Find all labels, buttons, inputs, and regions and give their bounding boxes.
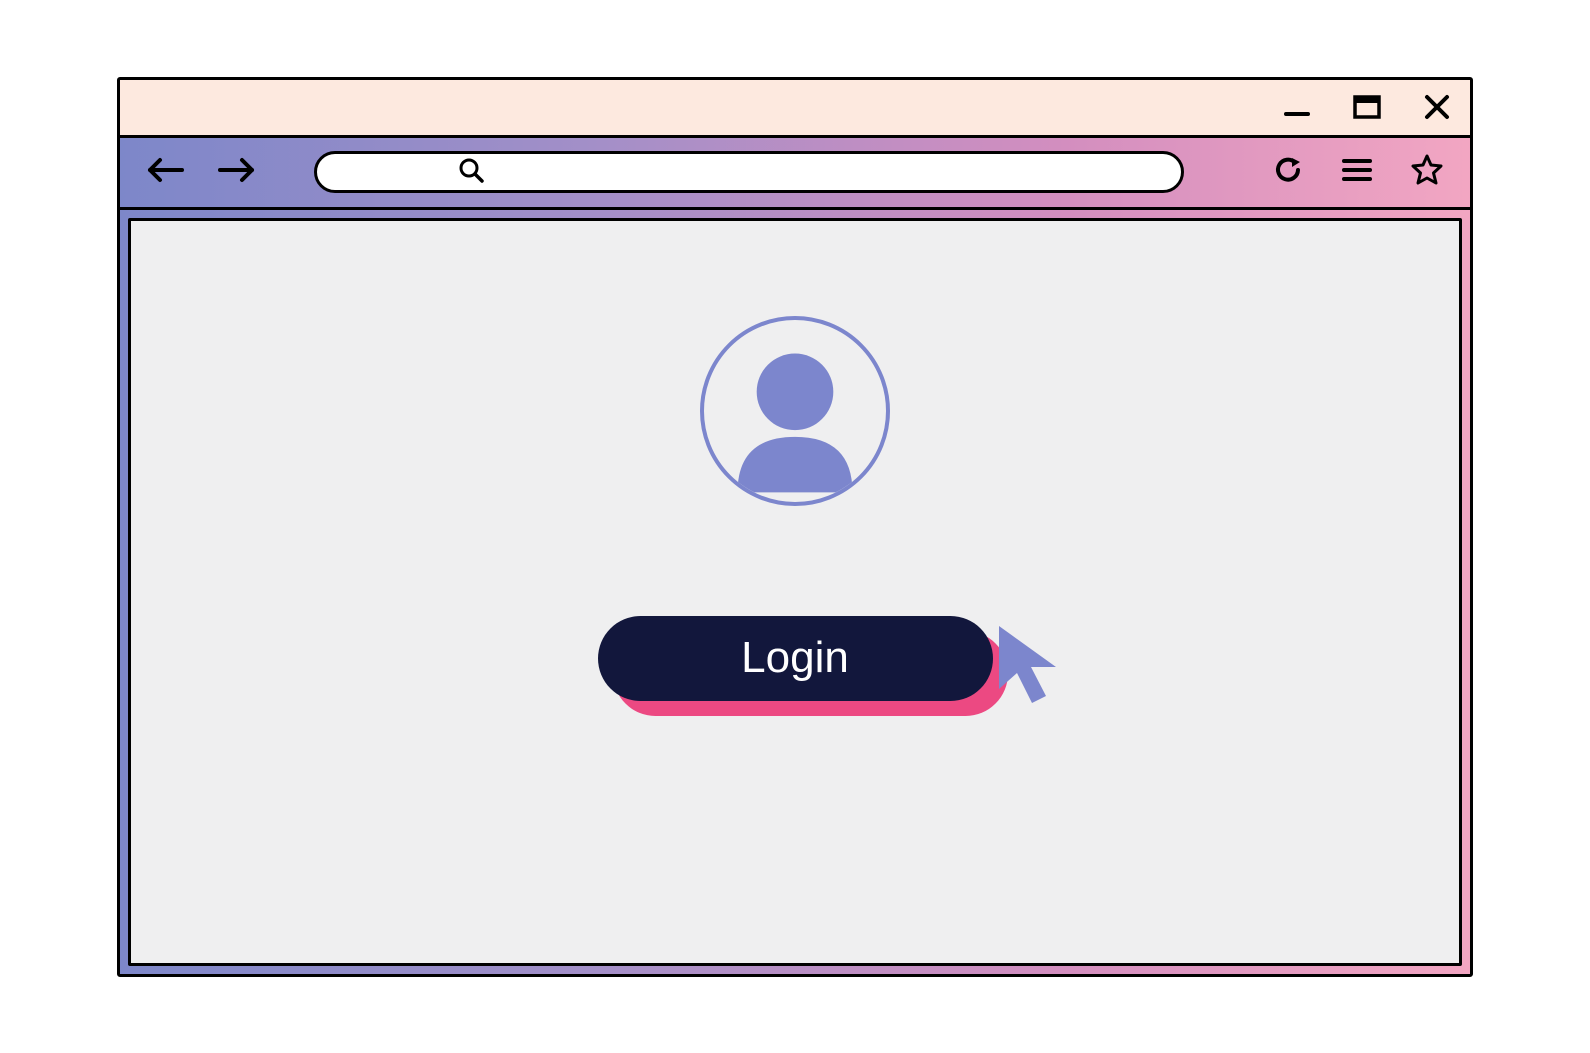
user-avatar [700, 316, 890, 506]
bookmark-button[interactable] [1410, 153, 1444, 192]
back-button[interactable] [146, 155, 186, 190]
login-button[interactable]: Login [598, 616, 993, 701]
toolbar-right-controls [1272, 153, 1444, 192]
close-button[interactable] [1422, 92, 1452, 122]
reload-icon [1272, 154, 1304, 186]
window-controls [1282, 92, 1452, 122]
forward-button[interactable] [216, 155, 256, 190]
maximize-button[interactable] [1352, 92, 1382, 122]
search-icon [457, 156, 485, 189]
browser-toolbar [120, 138, 1470, 210]
close-icon [1422, 92, 1452, 122]
search-container [280, 151, 1218, 193]
minimize-icon [1282, 92, 1312, 122]
user-avatar-icon [704, 316, 886, 506]
menu-button[interactable] [1342, 157, 1372, 188]
forward-arrow-icon [216, 155, 256, 185]
login-button-label: Login [741, 633, 849, 683]
star-icon [1410, 153, 1444, 187]
search-input[interactable] [447, 162, 1181, 183]
cursor-arrow-icon [994, 621, 1084, 716]
back-arrow-icon [146, 155, 186, 185]
reload-button[interactable] [1272, 154, 1304, 191]
hamburger-menu-icon [1342, 157, 1372, 183]
address-bar[interactable] [314, 151, 1184, 193]
navigation-arrows [146, 155, 256, 190]
cursor-pointer [994, 621, 1084, 721]
login-button-container: Login [598, 616, 993, 701]
content-area-outer: Login [120, 210, 1470, 974]
window-titlebar [120, 80, 1470, 138]
page-content: Login [128, 218, 1462, 966]
maximize-icon [1352, 92, 1382, 122]
minimize-button[interactable] [1282, 92, 1312, 122]
browser-window: Login [117, 77, 1473, 977]
